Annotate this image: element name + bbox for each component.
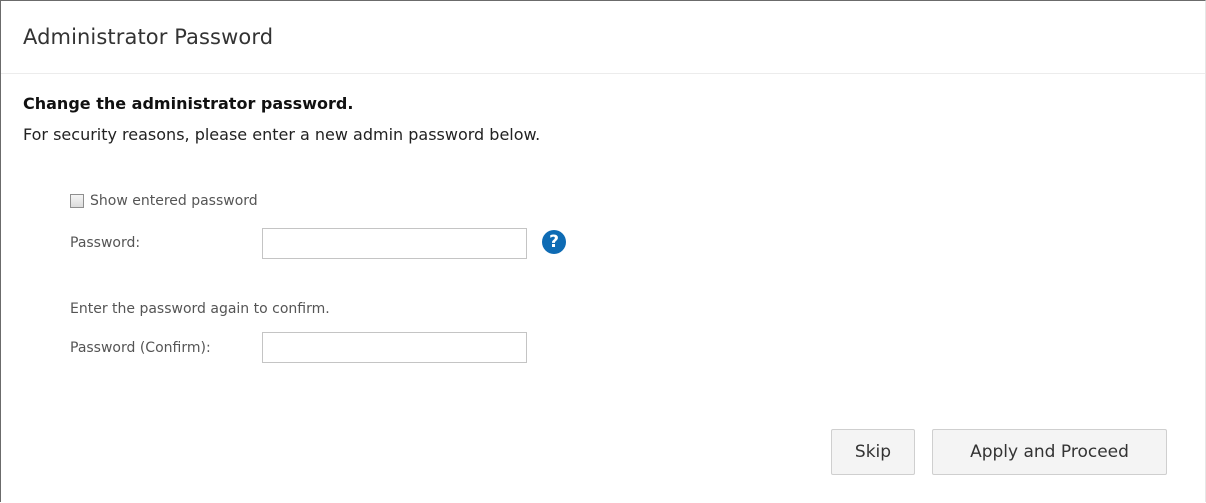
panel-header: Administrator Password <box>1 1 1205 74</box>
password-label: Password: <box>70 235 141 251</box>
password-confirm-input[interactable] <box>262 332 527 363</box>
section-heading: Change the administrator password. <box>23 94 354 113</box>
apply-and-proceed-button[interactable]: Apply and Proceed <box>932 429 1167 475</box>
skip-button[interactable]: Skip <box>831 429 915 475</box>
password-input[interactable] <box>262 228 527 259</box>
panel-title: Administrator Password <box>23 25 274 49</box>
confirm-hint: Enter the password again to confirm. <box>70 301 330 317</box>
show-password-option[interactable]: Show entered password <box>70 193 258 209</box>
password-confirm-label: Password (Confirm): <box>70 340 211 356</box>
section-description: For security reasons, please enter a new… <box>23 125 541 144</box>
show-password-checkbox[interactable] <box>70 194 84 208</box>
admin-password-panel: Administrator Password Change the admini… <box>0 0 1206 502</box>
help-circle-icon[interactable]: ? <box>542 230 566 254</box>
show-password-label: Show entered password <box>90 193 258 209</box>
